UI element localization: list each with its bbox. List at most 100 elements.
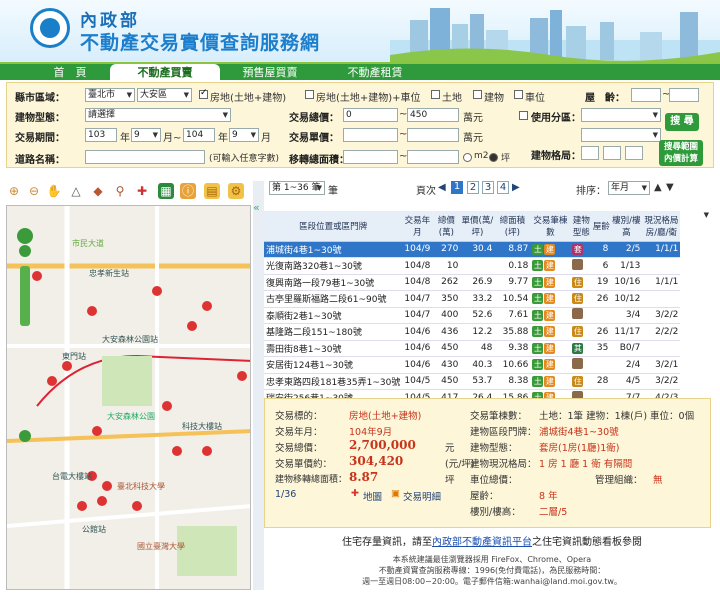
settings-icon[interactable]: ⚙	[228, 183, 244, 199]
table-row[interactable]: 安居街124巷1~30號 104/6 430 40.3 10.66 土建 2/4 3/2/1	[264, 356, 711, 374]
type-checkbox-building[interactable]	[473, 90, 482, 99]
type-checkbox-parking[interactable]	[305, 90, 314, 99]
page-footer: 住宅存量資訊，請至內政部不動產資訊平台之住宅資訊動態看板參閱 本系統建議最佳瀏覽…	[342, 537, 642, 586]
build-type-tag	[572, 357, 584, 369]
platform-link[interactable]: 內政部不動產資訊平台	[432, 537, 532, 548]
county-select[interactable]: 臺北市	[85, 88, 135, 102]
building-tag-icon: 建	[544, 243, 556, 255]
type-label: 車位	[525, 93, 545, 104]
zoom-out-icon[interactable]: ⊖	[26, 183, 42, 199]
year-to-input[interactable]: 104	[183, 128, 215, 142]
land-tag-icon: 土	[532, 326, 544, 338]
pan-hand-icon[interactable]: ✋	[46, 183, 62, 199]
building-tag-icon: 建	[544, 309, 556, 321]
page-1[interactable]: 1	[451, 181, 463, 194]
period-label: 交易期間：	[15, 133, 65, 144]
prev-page-icon[interactable]: ◀	[438, 182, 446, 193]
build-type-tag: 住	[572, 276, 584, 288]
collapse-panel-handle[interactable]: «	[253, 181, 264, 590]
land-tag-icon: 土	[532, 276, 544, 288]
building-tag-icon: 建	[544, 375, 556, 387]
table-row[interactable]: 光復南路320巷1~30號 104/8 10 0.18 土建 6 1/13	[264, 257, 711, 275]
transaction-detail: 交易標的： 房地(土地+建物) 交易年月： 104年9月 交易總價： 2,700,00…	[264, 398, 711, 528]
unit-price-to[interactable]	[407, 128, 459, 142]
point-icon[interactable]: ⚲	[112, 183, 128, 199]
next-page-icon[interactable]: ▶	[512, 182, 520, 193]
page-size-select[interactable]: 第 1~36 筆	[269, 181, 325, 195]
sort-asc-icon[interactable]: ▲	[654, 182, 662, 193]
sort-desc-icon[interactable]: ▼	[666, 182, 674, 193]
site-header: 內政部 不動產交易實價查詢服務網	[0, 0, 720, 62]
table-row[interactable]: 浦城街4巷1~30號 104/9 270 30.4 8.87 土建套 8 2/5 1/1/1	[264, 241, 711, 258]
use-zone-select[interactable]	[581, 108, 661, 122]
map-view[interactable]: 市民大道 忠孝新生站 大安森林公園站 東門站 大安森林公園 科技大樓站 台電大樓…	[6, 205, 251, 590]
table-row[interactable]: 壽田街8巷1~30號 104/6 450 48 9.38 土建其 35 B0/7	[264, 340, 711, 357]
type-label: 建物	[484, 93, 504, 104]
use-zone-checkbox[interactable]	[519, 111, 528, 120]
detail-icon[interactable]: ▣	[391, 488, 400, 499]
area-label: 移轉總面積：	[289, 155, 349, 166]
map-canvas[interactable]	[7, 206, 251, 590]
total-unit: 萬元	[463, 113, 483, 124]
total-price-to[interactable]: 450	[407, 108, 459, 122]
build-type-select[interactable]: 請選擇	[85, 108, 231, 122]
area-m2-radio[interactable]	[463, 153, 472, 162]
table-row[interactable]: 忠孝東路四段181巷35弄1~30號 104/5 450 53.7 8.38 土建住 28 4…	[264, 373, 711, 390]
road-input[interactable]	[85, 150, 205, 164]
month-from-select[interactable]: 9	[131, 128, 161, 142]
unit-price-from[interactable]	[343, 128, 398, 142]
page-2[interactable]: 2	[467, 181, 479, 194]
land-tag-icon: 土	[532, 243, 544, 255]
year-from-input[interactable]: 103	[85, 128, 117, 142]
tab-home[interactable]: 首 頁	[20, 64, 120, 81]
tab-real-estate-sale[interactable]: 不動產買賣	[110, 64, 220, 81]
page-4[interactable]: 4	[497, 181, 509, 194]
type-checkbox-land-building[interactable]	[199, 88, 208, 99]
table-row[interactable]: 復興南路一段79巷1~30號 104/8 262 26.9 9.77 土建住 19 10/16…	[264, 274, 711, 291]
district-select[interactable]: 大安區	[137, 88, 192, 102]
table-row[interactable]: 基隆路二段151~180號 104/6 436 12.2 35.88 土建住 26 11/17…	[264, 323, 711, 341]
map-pin-icon[interactable]: ✚	[351, 488, 359, 499]
building-tag-icon: 建	[544, 276, 556, 288]
total-price-from[interactable]: 0	[343, 108, 398, 122]
layout-hall[interactable]	[603, 146, 621, 160]
layout-room[interactable]	[581, 146, 599, 160]
main-nav: 首 頁 不動產買賣 預售屋買賣 不動產租賃	[0, 62, 720, 81]
age-from-input[interactable]	[631, 88, 661, 102]
range-calc-button[interactable]: 搜尋範圍 內價計算	[659, 140, 703, 166]
sort-select[interactable]: 年月	[608, 181, 650, 195]
map-link[interactable]: 地圖	[363, 489, 382, 503]
search-button[interactable]: 搜 尋	[665, 113, 699, 131]
type-checkbox-land[interactable]	[431, 90, 440, 99]
map-toolbar: ⊕ ⊖ ✋ △ ◆ ⚲ ✚ ▦ ⓘ ▤ ⚙	[6, 181, 256, 203]
grid-icon[interactable]: ▤	[204, 183, 220, 199]
table-row[interactable]: 古亭里羅斯福路二段61~90號 104/7 350 33.2 10.54 土建住 26 10/…	[264, 290, 711, 308]
type-checkbox-parking-only[interactable]	[514, 90, 523, 99]
results-table: 區段位置或區門牌 交易年月 總價(萬) 單價(萬/坪) 總面積(坪) 交易筆棟數…	[264, 211, 711, 407]
page-3[interactable]: 3	[482, 181, 494, 194]
area-ping-radio[interactable]	[489, 153, 498, 162]
building-tag-icon: 建	[544, 359, 556, 371]
info-icon[interactable]: ⓘ	[180, 183, 196, 199]
layout-bath[interactable]	[625, 146, 643, 160]
use-zone-select-2[interactable]	[581, 128, 661, 142]
type-label: 房地(土地+建物)	[210, 93, 287, 104]
month-to-select[interactable]: 9	[229, 128, 259, 142]
area-from[interactable]	[343, 150, 398, 164]
tab-presale[interactable]: 預售屋買賣	[215, 64, 325, 81]
ministry-logo	[30, 8, 70, 48]
layer-icon[interactable]: ▦	[158, 183, 174, 199]
unit-price-label: 交易單價：	[289, 133, 339, 144]
detail-link[interactable]: 交易明細	[403, 489, 441, 503]
table-row[interactable]: 泰順街2巷1~30號 104/7 400 52.6 7.61 土建 3/4 3/2/2	[264, 307, 711, 324]
building-tag-icon: 建	[544, 342, 556, 354]
zoom-in-icon[interactable]: ⊕	[6, 183, 22, 199]
measure-icon[interactable]: △	[68, 183, 84, 199]
age-to-input[interactable]	[669, 88, 699, 102]
tab-rental[interactable]: 不動產租賃	[320, 64, 430, 81]
polygon-icon[interactable]: ◆	[90, 183, 106, 199]
area-to[interactable]	[407, 150, 459, 164]
building-tag-icon: 建	[544, 260, 556, 272]
marker-icon[interactable]: ✚	[134, 183, 150, 199]
age-label: 屋 齡：	[585, 93, 625, 104]
